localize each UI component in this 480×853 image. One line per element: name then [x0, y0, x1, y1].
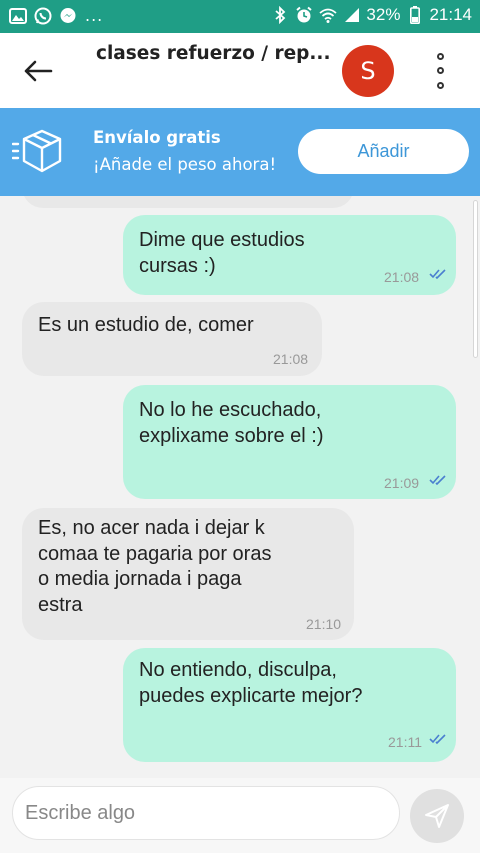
read-ticks-icon: [429, 269, 446, 280]
signal-icon: [342, 6, 361, 25]
message-bubble-partial: [22, 196, 354, 208]
add-weight-button[interactable]: Añadir: [298, 129, 469, 174]
message-input[interactable]: Escribe algo: [12, 786, 400, 840]
message-time: 21:11: [388, 734, 422, 750]
chat-header: clases refuerzo / rep... S: [0, 33, 480, 108]
messenger-icon: [58, 6, 77, 25]
message-list[interactable]: Dime que estudios cursas :) 21:08 Es un …: [0, 196, 480, 778]
battery-icon: [405, 6, 424, 25]
whatsapp-icon: [33, 6, 52, 25]
alarm-icon: [294, 6, 313, 25]
kebab-dot: [436, 52, 444, 60]
message-time: 21:08: [384, 269, 420, 285]
send-icon: [425, 804, 449, 828]
system-indicators: 32% 21:14: [270, 5, 472, 25]
clock: 21:14: [429, 5, 472, 24]
read-ticks-icon: [429, 475, 446, 486]
package-icon: [12, 129, 62, 173]
kebab-dot: [436, 82, 444, 90]
message-bubble-received[interactable]: Es un estudio de, comer 21:08: [22, 302, 322, 376]
promo-subtitle: ¡Añade el peso ahora!: [93, 155, 277, 174]
message-bubble-sent[interactable]: No lo he escuchado, explixame sobre el :…: [123, 385, 456, 499]
message-text: No lo he escuchado, explixame sobre el :…: [139, 399, 324, 447]
notification-icons: ...: [8, 6, 103, 25]
message-bubble-sent[interactable]: Dime que estudios cursas :) 21:08: [123, 215, 456, 295]
more-notifications: ...: [85, 5, 104, 25]
shipping-promo-banner: Envíalo gratis ¡Añade el peso ahora! Aña…: [0, 108, 480, 196]
kebab-dot: [436, 67, 444, 75]
message-bubble-sent[interactable]: No entiendo, disculpa, puedes explicarte…: [123, 648, 456, 762]
scrollbar[interactable]: [473, 200, 478, 358]
composer-bar: Escribe algo: [0, 778, 480, 853]
arrow-left-icon: [24, 60, 53, 82]
message-time: 21:10: [306, 616, 342, 632]
message-time: 21:08: [273, 351, 309, 367]
back-button[interactable]: [18, 51, 58, 91]
wifi-icon: [318, 6, 337, 25]
conversation-title[interactable]: clases refuerzo / rep...: [96, 43, 336, 64]
message-text: Dime que estudios cursas :): [139, 229, 305, 277]
more-options-button[interactable]: [428, 49, 452, 93]
avatar[interactable]: S: [342, 45, 394, 97]
message-text: No entiendo, disculpa, puedes explicarte…: [139, 659, 363, 707]
status-bar: ... 32% 21:14: [0, 0, 480, 33]
bluetooth-icon: [270, 6, 289, 25]
promo-title: Envíalo gratis: [93, 128, 221, 147]
send-button[interactable]: [410, 789, 464, 843]
battery-level: 32%: [366, 5, 401, 24]
message-text: Es, no acer nada i dejar k comaa te paga…: [38, 517, 272, 616]
message-text: Es un estudio de, comer: [38, 314, 254, 336]
read-ticks-icon: [429, 734, 446, 745]
message-bubble-received[interactable]: Es, no acer nada i dejar k comaa te paga…: [22, 508, 354, 640]
gallery-icon: [8, 6, 27, 25]
message-time: 21:09: [384, 475, 420, 491]
